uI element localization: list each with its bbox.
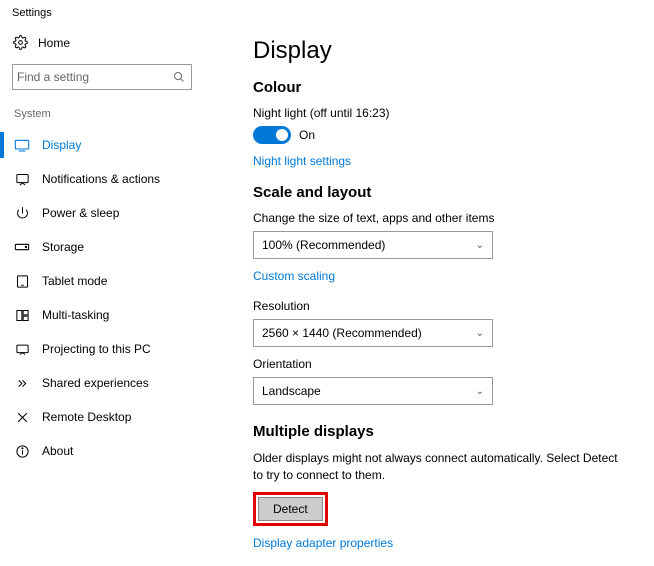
resolution-label: Resolution <box>253 299 625 313</box>
multiple-heading: Multiple displays <box>253 423 625 440</box>
page-title: Display <box>253 37 625 65</box>
nav-label: Storage <box>42 240 84 254</box>
remote-icon <box>14 410 30 425</box>
toggle-state: On <box>299 128 315 142</box>
nav-label: Remote Desktop <box>42 410 131 424</box>
text-size-dropdown[interactable]: 100% (Recommended) ⌄ <box>253 231 493 259</box>
projecting-icon <box>14 342 30 357</box>
search-input[interactable] <box>12 64 192 90</box>
night-light-label: Night light (off until 16:23) <box>253 106 625 120</box>
chevron-down-icon: ⌄ <box>476 328 484 339</box>
gear-icon <box>12 35 28 50</box>
nav-label: Power & sleep <box>42 206 119 220</box>
multiple-description: Older displays might not always connect … <box>253 450 625 484</box>
sidebar-item-power[interactable]: Power & sleep <box>12 196 205 230</box>
window-title: Settings <box>0 0 654 23</box>
multitasking-icon <box>14 308 30 323</box>
chevron-down-icon: ⌄ <box>476 240 484 251</box>
sidebar-item-storage[interactable]: Storage <box>12 230 205 264</box>
storage-icon <box>14 242 30 252</box>
sidebar: Home System Display Notifications & acti… <box>0 23 205 566</box>
about-icon <box>14 444 30 459</box>
orientation-label: Orientation <box>253 357 625 371</box>
night-light-settings-link[interactable]: Night light settings <box>253 154 351 168</box>
sidebar-item-tablet[interactable]: Tablet mode <box>12 264 205 298</box>
nav-label: Shared experiences <box>42 376 149 390</box>
section-label: System <box>12 108 205 120</box>
shared-icon <box>14 376 30 391</box>
notifications-icon <box>14 172 30 187</box>
sidebar-item-display[interactable]: Display <box>12 128 205 162</box>
sidebar-item-about[interactable]: About <box>12 434 205 468</box>
display-icon <box>14 138 30 152</box>
sidebar-item-notifications[interactable]: Notifications & actions <box>12 162 205 196</box>
home-button[interactable]: Home <box>12 35 205 50</box>
sidebar-item-projecting[interactable]: Projecting to this PC <box>12 332 205 366</box>
orientation-dropdown[interactable]: Landscape ⌄ <box>253 377 493 405</box>
tablet-icon <box>14 274 30 289</box>
text-size-label: Change the size of text, apps and other … <box>253 211 625 225</box>
sidebar-item-remote[interactable]: Remote Desktop <box>12 400 205 434</box>
main-content: Display Colour Night light (off until 16… <box>205 23 625 566</box>
adapter-properties-link[interactable]: Display adapter properties <box>253 536 393 550</box>
power-icon <box>14 206 30 221</box>
custom-scaling-link[interactable]: Custom scaling <box>253 269 335 283</box>
night-light-toggle[interactable] <box>253 126 291 144</box>
home-label: Home <box>38 36 70 50</box>
resolution-dropdown[interactable]: 2560 × 1440 (Recommended) ⌄ <box>253 319 493 347</box>
dropdown-value: 100% (Recommended) <box>262 238 385 252</box>
search-icon <box>173 71 185 83</box>
dropdown-value: Landscape <box>262 384 321 398</box>
dropdown-value: 2560 × 1440 (Recommended) <box>262 326 422 340</box>
chevron-down-icon: ⌄ <box>476 386 484 397</box>
colour-heading: Colour <box>253 79 625 96</box>
detect-highlight: Detect <box>253 492 328 526</box>
sidebar-item-shared[interactable]: Shared experiences <box>12 366 205 400</box>
nav-label: Tablet mode <box>42 274 107 288</box>
nav-label: Projecting to this PC <box>42 342 151 356</box>
sidebar-item-multitasking[interactable]: Multi-tasking <box>12 298 205 332</box>
nav-label: About <box>42 444 73 458</box>
nav-label: Notifications & actions <box>42 172 160 186</box>
nav-label: Multi-tasking <box>42 308 109 322</box>
detect-button[interactable]: Detect <box>258 497 323 521</box>
scale-heading: Scale and layout <box>253 184 625 201</box>
nav-label: Display <box>42 138 81 152</box>
